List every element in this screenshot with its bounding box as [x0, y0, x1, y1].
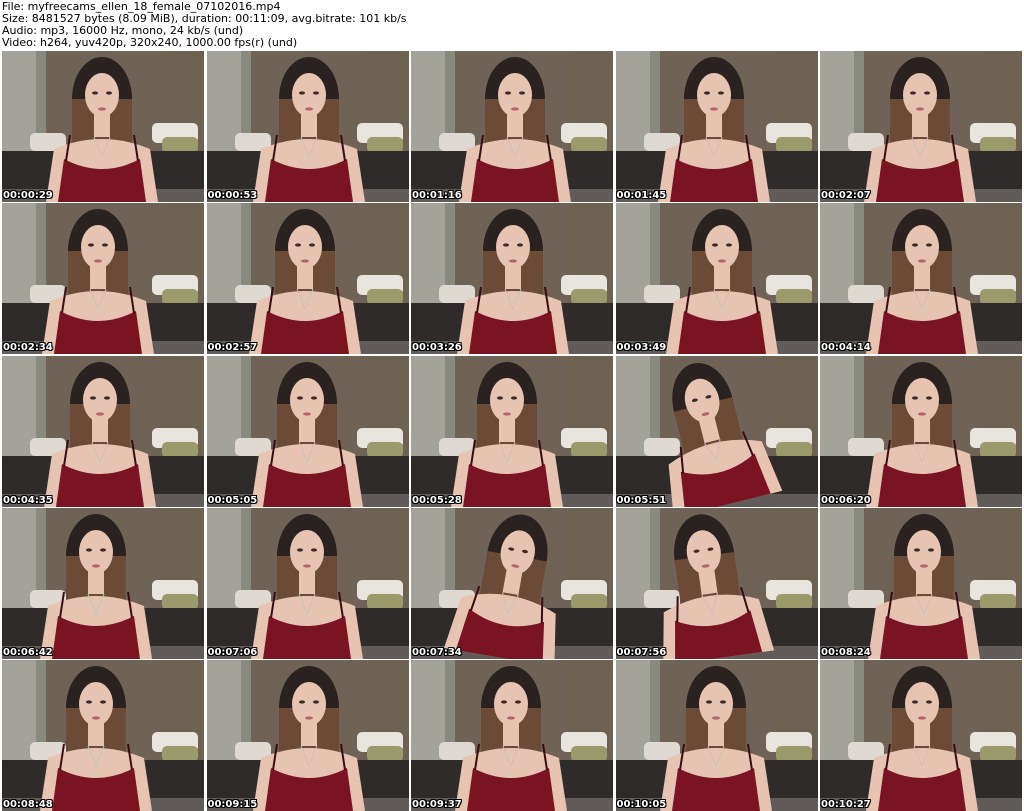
video-thumbnail: 00:02:57 [206, 203, 409, 355]
thumbnail-grid: 00:00:29 00:00:53 00:01:16 00:01:45 00:02:07… [2, 51, 1022, 811]
thumbnail-timestamp: 00:03:26 [412, 342, 462, 354]
thumbnail-timestamp: 00:05:05 [207, 494, 258, 506]
video-thumbnail: 00:05:05 [206, 355, 409, 507]
frame-image [820, 51, 1022, 202]
frame-image [2, 355, 204, 507]
video-thumbnail: 00:01:45 [615, 51, 818, 202]
video-thumbnail: 00:00:29 [2, 51, 204, 202]
frame-image [820, 203, 1022, 355]
frame-image [615, 51, 818, 202]
frame-image [411, 355, 613, 507]
frame-image [820, 355, 1022, 507]
frame-image [411, 507, 613, 659]
video-thumbnail: 00:07:34 [411, 507, 613, 659]
info-header: File: myfreecams_ellen_18_female_0710201… [0, 0, 1024, 50]
thumbnail-timestamp: 00:09:15 [207, 799, 258, 810]
frame-image [820, 507, 1022, 659]
video-thumbnail: 00:06:42 [2, 507, 204, 659]
thumbnail-timestamp: 00:02:07 [821, 190, 871, 201]
video-thumbnail: 00:05:51 [615, 355, 818, 507]
video-thumbnail: 00:09:37 [411, 660, 613, 811]
video-thumbnail: 00:03:49 [615, 203, 818, 355]
thumbnail-timestamp: 00:10:05 [616, 799, 667, 810]
thumbnail-timestamp: 00:09:37 [412, 799, 462, 810]
thumbnail-timestamp: 00:00:29 [3, 190, 53, 201]
video-thumbnail: 00:02:07 [820, 51, 1022, 202]
thumbnail-timestamp: 00:03:49 [616, 342, 667, 354]
thumbnail-timestamp: 00:00:53 [207, 190, 258, 201]
frame-image [615, 507, 818, 659]
video-thumbnail: 00:02:34 [2, 203, 204, 355]
frame-image [206, 355, 409, 507]
frame-image [411, 203, 613, 355]
frame-image [2, 51, 204, 202]
frame-image [615, 203, 818, 355]
thumbnail-timestamp: 00:02:34 [3, 342, 53, 354]
video-thumbnail: 00:07:06 [206, 507, 409, 659]
thumbnail-timestamp: 00:05:51 [616, 494, 667, 506]
thumbnail-timestamp: 00:04:14 [821, 342, 871, 354]
thumbnail-timestamp: 00:07:56 [616, 646, 667, 658]
thumbnail-timestamp: 00:04:35 [3, 494, 53, 506]
thumbnail-timestamp: 00:01:16 [412, 190, 462, 201]
video-thumbnail: 00:04:35 [2, 355, 204, 507]
frame-image [206, 507, 409, 659]
thumbnail-timestamp: 00:01:45 [616, 190, 667, 201]
thumbnail-timestamp: 00:05:28 [412, 494, 462, 506]
frame-image [411, 660, 613, 811]
frame-image [820, 660, 1022, 811]
thumbnail-timestamp: 00:07:34 [412, 646, 462, 658]
frame-image [411, 51, 613, 202]
frame-image [206, 51, 409, 202]
thumbnail-timestamp: 00:10:27 [821, 799, 871, 810]
thumbnail-timestamp: 00:06:20 [821, 494, 871, 506]
video-thumbnail: 00:07:56 [615, 507, 818, 659]
video-thumbnail: 00:00:53 [206, 51, 409, 202]
frame-image [615, 355, 818, 507]
thumbnail-timestamp: 00:08:24 [821, 646, 871, 658]
frame-image [2, 203, 204, 355]
video-thumbnail: 00:04:14 [820, 203, 1022, 355]
video-thumbnail: 00:06:20 [820, 355, 1022, 507]
frame-image [206, 203, 409, 355]
video-thumbnail: 00:05:28 [411, 355, 613, 507]
video-thumbnail: 00:08:24 [820, 507, 1022, 659]
frame-image [615, 660, 818, 811]
frame-image [2, 507, 204, 659]
thumbnail-timestamp: 00:07:06 [207, 646, 258, 658]
video-thumbnail: 00:10:27 [820, 660, 1022, 811]
thumbnail-timestamp: 00:08:48 [3, 799, 53, 810]
video-info-line: Video: h264, yuv420p, 320x240, 1000.00 f… [2, 36, 298, 49]
thumbnail-timestamp: 00:02:57 [207, 342, 258, 354]
video-thumbnail: 00:08:48 [2, 660, 204, 811]
frame-image [206, 660, 409, 811]
video-thumbnail: 00:01:16 [411, 51, 613, 202]
video-thumbnail: 00:10:05 [615, 660, 818, 811]
video-thumbnail: 00:03:26 [411, 203, 613, 355]
video-thumbnail: 00:09:15 [206, 660, 409, 811]
frame-image [2, 660, 204, 811]
thumbnail-timestamp: 00:06:42 [3, 646, 53, 658]
